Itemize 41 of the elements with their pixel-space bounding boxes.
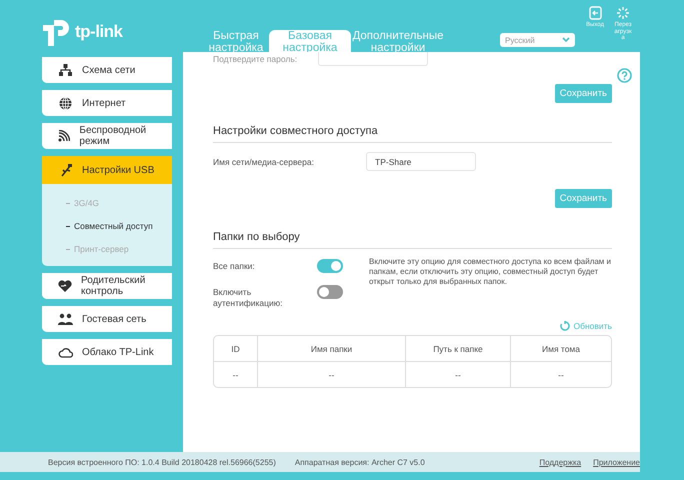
- spinner-icon: [616, 6, 630, 20]
- field-label: Имя сети/медиа-сервера:: [213, 156, 315, 166]
- server-name-field[interactable]: TP-Share: [366, 152, 476, 171]
- table-cell: --: [257, 362, 405, 387]
- password-field[interactable]: [318, 52, 428, 66]
- hardware-version: Аппаратная версия: Archer C7 v5.0: [294, 458, 425, 466]
- logo-text: tp-link: [75, 22, 122, 42]
- footer-link[interactable]: Приложение: [593, 458, 640, 466]
- toggle-switch[interactable]: [317, 259, 343, 273]
- field-label: Подтвердите пароль:: [213, 54, 298, 64]
- heart-icon: [58, 280, 72, 292]
- column-header: Имя тома: [510, 336, 611, 361]
- table-cell: --: [510, 362, 611, 387]
- cloud-icon: [58, 346, 73, 358]
- toggle-label: Все папки:: [213, 260, 256, 272]
- people-icon: [58, 313, 73, 325]
- logo-icon: [42, 17, 72, 47]
- network-icon: [59, 64, 72, 76]
- chevron-down-icon: [562, 37, 570, 43]
- wifi-icon: [58, 130, 70, 142]
- table-cell-text: --: [232, 368, 240, 382]
- toggle-label: Включить аутентификацию:: [213, 286, 284, 309]
- footer-link[interactable]: Поддержка: [539, 458, 582, 466]
- description-text: Включите эту опцию для совместного доступа ко всем файлам и папкам, если отключить эту опцию, совместный доступ будет открыт только для выбранных папок.: [369, 257, 612, 287]
- usb-icon: [60, 164, 72, 176]
- submenu-item[interactable]: Совместный доступ: [66, 221, 172, 231]
- column-header: ID: [230, 342, 241, 356]
- column-header: Путь к папке: [405, 336, 510, 361]
- section-title: Папки по выбору: [213, 231, 612, 249]
- sidebar-item[interactable]: Настройки USB: [42, 156, 172, 184]
- toggle-switch[interactable]: [317, 285, 343, 299]
- column-header: Имя папки: [257, 336, 405, 361]
- help-icon[interactable]: [617, 68, 632, 83]
- dash-icon: [66, 248, 70, 250]
- dash-icon: [66, 202, 70, 204]
- table-cell: --: [405, 362, 510, 387]
- refresh-icon: [560, 321, 570, 331]
- logout-icon: [588, 6, 602, 20]
- firmware-version: Версия встроенного ПО: 1.0.4 Build 20180428 rel.56966(5255): [48, 458, 276, 466]
- globe-icon: [59, 96, 72, 110]
- section-title: Настройки совместного доступа: [213, 125, 612, 143]
